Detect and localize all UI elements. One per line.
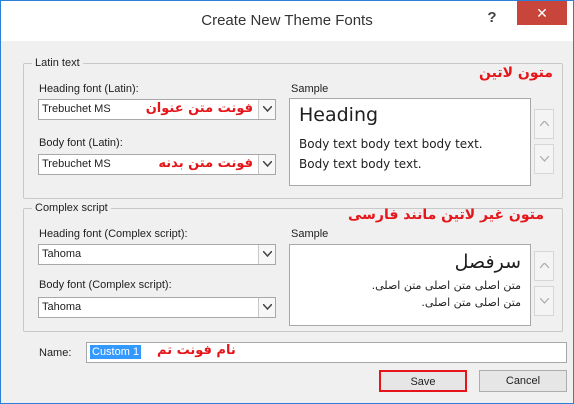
latin-scroll-down-button[interactable]: [534, 144, 554, 174]
latin-scroll-up-button[interactable]: [534, 109, 554, 139]
chevron-down-icon[interactable]: [258, 100, 275, 119]
complex-sample-label: Sample: [291, 228, 329, 240]
cancel-button[interactable]: Cancel: [479, 370, 567, 392]
chevron-down-icon[interactable]: [258, 155, 275, 174]
complex-sample-body-1: متن اصلی متن اصلی متن اصلی.: [371, 279, 521, 292]
heading-font-complex-select[interactable]: Tahoma: [38, 244, 276, 265]
latin-sample-preview: Heading Body text body text body text. B…: [289, 98, 531, 186]
body-font-latin-value: Trebuchet MS: [42, 158, 111, 170]
body-font-complex-value: Tahoma: [42, 301, 82, 313]
heading-font-complex-label: Heading font (Complex script):: [39, 228, 188, 240]
chevron-down-icon[interactable]: [258, 298, 275, 317]
chevron-up-icon: [540, 263, 549, 269]
name-label: Name:: [39, 347, 72, 359]
complex-sample-body-2: متن اصلی متن اصلی.: [421, 296, 521, 309]
complex-scroll-down-button[interactable]: [534, 286, 554, 316]
complex-sample-heading: سرفصل: [454, 251, 521, 273]
complex-scroll-up-button[interactable]: [534, 251, 554, 281]
body-font-complex-select[interactable]: Tahoma: [38, 297, 276, 318]
body-font-latin-label: Body font (Latin):: [39, 137, 123, 149]
chevron-down-icon: [540, 156, 549, 162]
help-button[interactable]: ?: [479, 7, 505, 29]
body-font-complex-label: Body font (Complex script):: [39, 279, 172, 291]
complex-sample-preview: سرفصل متن اصلی متن اصلی متن اصلی. متن اص…: [289, 244, 531, 326]
close-button[interactable]: ✕: [517, 1, 567, 25]
chevron-down-icon[interactable]: [258, 245, 275, 264]
name-annotation: نام فونت تم: [157, 343, 236, 358]
heading-font-latin-value: Trebuchet MS: [42, 103, 111, 115]
latin-sample-heading: Heading: [299, 104, 379, 126]
body-font-latin-select[interactable]: Trebuchet MS فونت متن بدنه: [38, 154, 276, 175]
heading-font-latin-label: Heading font (Latin):: [39, 83, 139, 95]
chevron-up-icon: [540, 121, 549, 127]
body-font-annotation: فونت متن بدنه: [158, 156, 253, 171]
complex-script-legend: Complex script: [32, 202, 111, 214]
create-theme-fonts-dialog: Create New Theme Fonts ? ✕ Latin text مت…: [0, 0, 574, 404]
save-button[interactable]: Save: [379, 370, 467, 392]
heading-font-complex-value: Tahoma: [42, 248, 82, 260]
latin-annotation: متون لاتین: [479, 65, 553, 81]
heading-font-latin-select[interactable]: Trebuchet MS فونت متن عنوان: [38, 99, 276, 120]
name-input[interactable]: Custom 1 نام فونت تم: [86, 342, 567, 363]
heading-font-annotation: فونت متن عنوان: [145, 101, 253, 116]
latin-text-legend: Latin text: [32, 57, 83, 69]
latin-sample-body-2: Body text body text.: [299, 157, 422, 171]
latin-sample-body-1: Body text body text body text.: [299, 137, 483, 151]
chevron-down-icon: [540, 298, 549, 304]
title-bar[interactable]: Create New Theme Fonts ? ✕: [1, 1, 573, 41]
complex-annotation: متون غیر لاتین مانند فارسی: [348, 207, 544, 223]
latin-sample-label: Sample: [291, 83, 329, 95]
name-input-value: Custom 1: [90, 345, 142, 359]
